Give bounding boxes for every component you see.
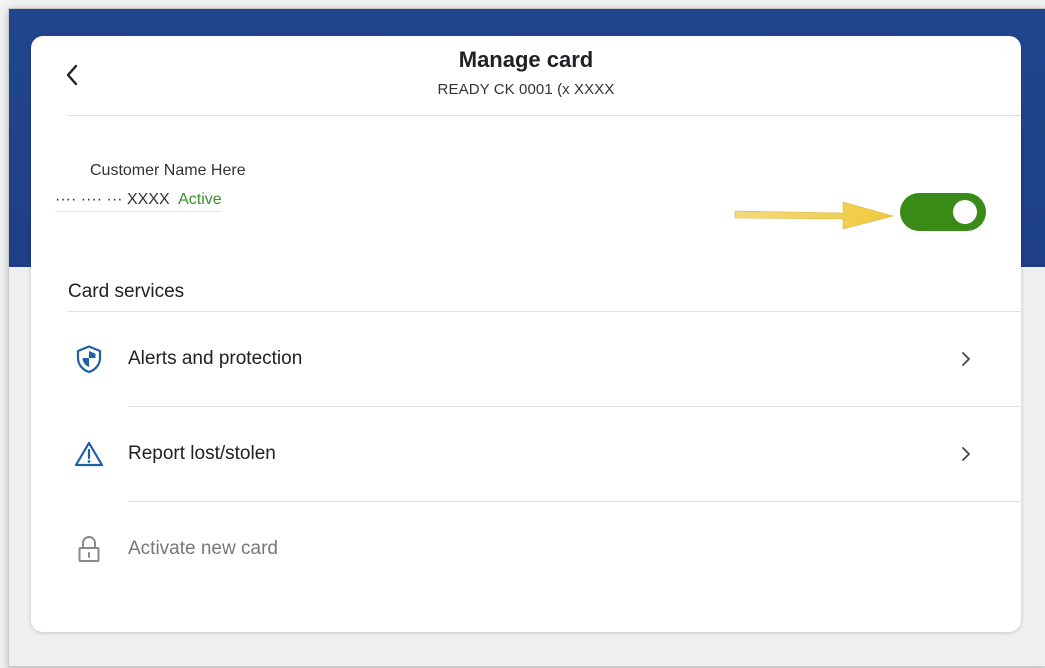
annotation-arrow-icon (734, 201, 895, 230)
report-lost-stolen-label: Report lost/stolen (128, 443, 276, 464)
masked-card-number: ···· ···· ··· XXXX (55, 191, 170, 208)
toggle-knob (953, 200, 977, 224)
card-number-line: ···· ···· ··· XXXX Active (55, 191, 222, 212)
card-status-badge: Active (178, 191, 222, 208)
report-lost-stolen-row[interactable]: Report lost/stolen (31, 407, 1021, 501)
page-title: Manage card (458, 47, 594, 72)
alerts-and-protection-row[interactable]: Alerts and protection (31, 312, 1021, 406)
activate-new-card-row[interactable]: Activate new card (31, 502, 1021, 596)
alerts-and-protection-label: Alerts and protection (128, 348, 303, 369)
card-services-heading: Card services (68, 281, 185, 302)
chevron-right-icon (957, 350, 975, 368)
activate-new-card-label: Activate new card (128, 538, 278, 559)
chevron-right-icon (957, 445, 975, 463)
header-divider (68, 115, 1021, 116)
account-subtitle: READY CK 0001 (x XXXX (437, 81, 615, 98)
lock-icon (74, 534, 104, 564)
shield-icon (74, 344, 104, 374)
card-active-toggle[interactable] (900, 193, 986, 231)
warning-triangle-icon (74, 439, 104, 469)
customer-name: Customer Name Here (90, 162, 246, 179)
manage-card-panel: Manage card READY CK 0001 (x XXXX Custom… (31, 36, 1021, 632)
app-window: Manage card READY CK 0001 (x XXXX Custom… (8, 8, 1045, 667)
